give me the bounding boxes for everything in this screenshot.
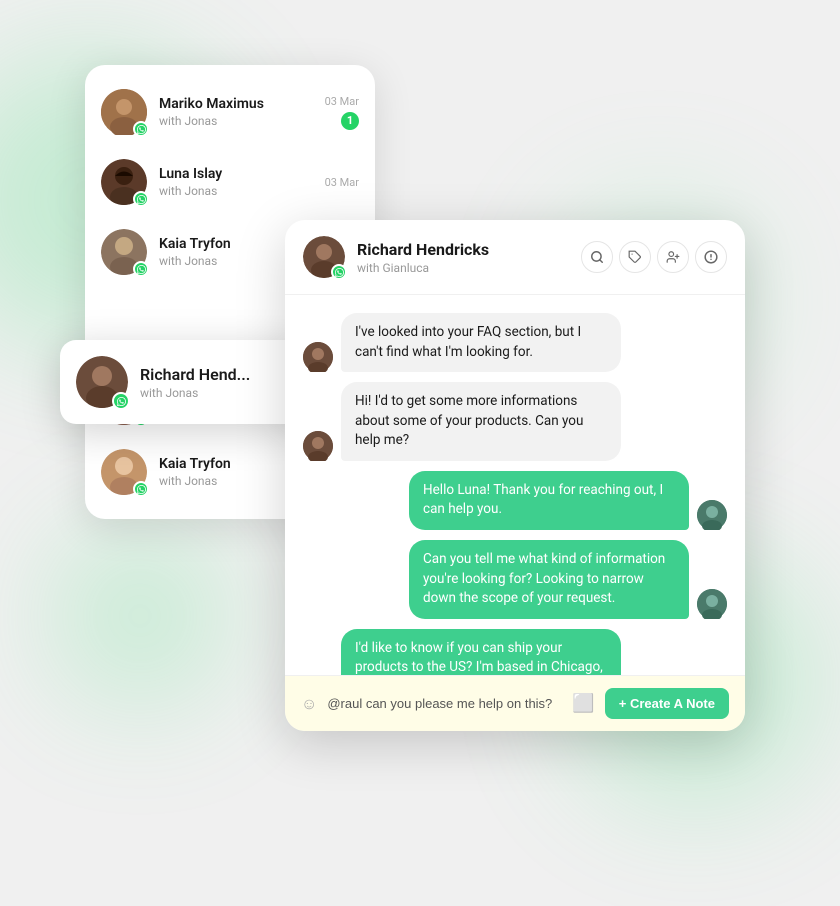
avatar-wrap — [101, 89, 147, 135]
conv-name: Mariko Maximus — [159, 96, 313, 112]
conv-meta: 03 Mar 1 — [325, 95, 359, 130]
chat-header-sub: with Gianluca — [357, 261, 569, 275]
whatsapp-badge — [133, 121, 149, 137]
whatsapp-badge — [112, 392, 130, 410]
msg-avatar — [303, 431, 333, 461]
message-bubble-3: Hello Luna! Thank you for reaching out, … — [409, 471, 689, 530]
active-conversation-card[interactable]: Richard Hend... with Jonas — [60, 340, 320, 424]
conv-name: Luna Islay — [159, 166, 313, 182]
conv-info: Luna Islay with Jonas — [159, 166, 313, 198]
message-row-5: I'd like to know if you can ship your pr… — [303, 629, 727, 675]
conv-date: 03 Mar — [325, 176, 359, 189]
chat-header: Richard Hendricks with Gianluca — [285, 220, 745, 295]
avatar-wrap — [101, 229, 147, 275]
msg-avatar — [303, 342, 333, 372]
chat-input[interactable] — [327, 696, 562, 711]
conv-sub: with Jonas — [159, 114, 313, 128]
chat-header-avatar-wrap — [303, 236, 345, 278]
message-bubble-1: I've looked into your FAQ section, but I… — [341, 313, 621, 372]
avatar-wrap — [76, 356, 128, 408]
conv-sub: with Jonas — [159, 184, 313, 198]
chat-panel: Richard Hendricks with Gianluca I've — [285, 220, 745, 731]
tag-button[interactable] — [619, 241, 651, 273]
conversation-item-luna-islay[interactable]: Luna Islay with Jonas 03 Mar — [85, 147, 375, 217]
unread-badge: 1 — [341, 112, 359, 130]
whatsapp-badge — [133, 261, 149, 277]
active-conv-sub: with Jonas — [140, 386, 304, 400]
avatar-wrap — [101, 449, 147, 495]
chat-header-info: Richard Hendricks with Gianluca — [357, 240, 569, 275]
create-note-button[interactable]: + Create A Note — [605, 688, 729, 719]
search-button[interactable] — [581, 241, 613, 273]
attachment-icon[interactable]: ⬜ — [572, 693, 594, 714]
active-conv-info: Richard Hend... with Jonas — [140, 365, 304, 400]
whatsapp-badge — [133, 481, 149, 497]
msg-avatar-agent — [697, 500, 727, 530]
whatsapp-badge — [331, 264, 347, 280]
message-bubble-2: Hi! I'd to get some more informations ab… — [341, 382, 621, 461]
mention-icon: ☺ — [301, 694, 317, 714]
whatsapp-badge — [133, 191, 149, 207]
active-conv-name: Richard Hend... — [140, 365, 304, 384]
conv-info: Mariko Maximus with Jonas — [159, 96, 313, 128]
conv-meta: 03 Mar — [325, 176, 359, 189]
message-row-1: I've looked into your FAQ section, but I… — [303, 313, 727, 372]
msg-avatar-agent — [697, 589, 727, 619]
message-bubble-5: I'd like to know if you can ship your pr… — [341, 629, 621, 675]
conversation-item-mariko-maximus[interactable]: Mariko Maximus with Jonas 03 Mar 1 — [85, 77, 375, 147]
avatar-wrap — [101, 159, 147, 205]
chat-header-name: Richard Hendricks — [357, 240, 569, 259]
chat-body: I've looked into your FAQ section, but I… — [285, 295, 745, 675]
chat-header-actions — [581, 241, 727, 273]
chat-input-area: ☺ ⬜ + Create A Note — [285, 675, 745, 731]
bg-blob-4 — [50, 526, 230, 706]
message-row-4: Can you tell me what kind of information… — [303, 540, 727, 619]
message-bubble-4: Can you tell me what kind of information… — [409, 540, 689, 619]
message-row-2: Hi! I'd to get some more informations ab… — [303, 382, 727, 461]
assign-button[interactable] — [657, 241, 689, 273]
conv-date: 03 Mar — [325, 95, 359, 108]
info-button[interactable] — [695, 241, 727, 273]
message-row-3: Hello Luna! Thank you for reaching out, … — [303, 471, 727, 530]
